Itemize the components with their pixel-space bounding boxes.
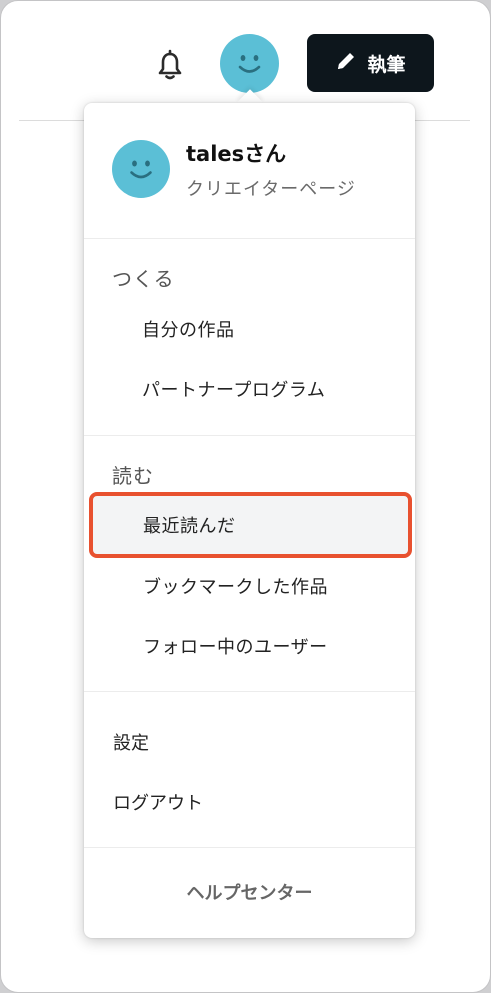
menu-item-partner-program[interactable]: パートナープログラム	[142, 376, 325, 402]
help-center-link[interactable]: ヘルプセンター	[84, 879, 415, 905]
highlighted-menu-item	[89, 492, 412, 558]
menu-divider	[84, 238, 415, 239]
write-button[interactable]: 執筆	[307, 34, 434, 92]
section-title-create: つくる	[112, 267, 175, 291]
profile-name: talesさん	[186, 142, 287, 166]
pencil-icon	[335, 50, 357, 77]
section-title-read: 読む	[112, 464, 154, 488]
user-avatar-icon[interactable]	[220, 34, 279, 93]
app-window: 執筆 talesさん クリエイターページ つくる 自分の作品 パートナープログラ…	[0, 0, 491, 993]
menu-item-my-works[interactable]: 自分の作品	[142, 316, 235, 342]
profile-avatar-icon	[112, 140, 170, 198]
menu-item-recently-read[interactable]: 最近読んだ	[143, 512, 236, 538]
menu-divider	[84, 435, 415, 436]
menu-item-logout[interactable]: ログアウト	[113, 789, 203, 815]
menu-divider	[84, 691, 415, 692]
menu-divider	[84, 847, 415, 848]
profile-subtitle: クリエイターページ	[186, 179, 356, 200]
menu-item-followed-users[interactable]: フォロー中のユーザー	[143, 633, 328, 659]
write-button-label: 執筆	[367, 53, 406, 76]
menu-item-settings[interactable]: 設定	[113, 729, 149, 755]
notification-bell-icon[interactable]	[153, 46, 187, 84]
profile-link[interactable]: talesさん クリエイターページ	[84, 103, 415, 238]
menu-item-bookmarked-works[interactable]: ブックマークした作品	[143, 573, 328, 599]
